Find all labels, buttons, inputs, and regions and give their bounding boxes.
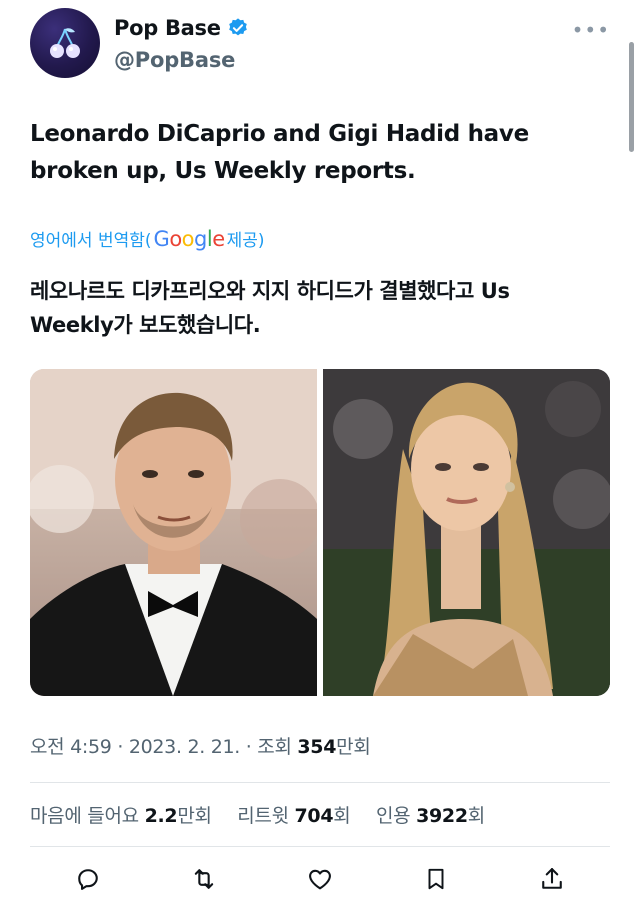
divider (30, 782, 610, 783)
separator: · (245, 736, 258, 758)
photo-leonardo-dicaprio[interactable] (30, 369, 317, 696)
translation-prefix: 영어에서 번역함( (30, 231, 152, 251)
account-handle[interactable]: @PopBase (114, 48, 235, 72)
verified-badge-icon (228, 18, 247, 36)
likes-value: 2.2 (144, 805, 178, 827)
name-row: Pop Base (114, 16, 249, 40)
cherry-icon (50, 28, 80, 58)
retweets-label: 리트윗 (237, 805, 289, 827)
tweet-date[interactable]: 2023. 2. 21. (129, 736, 241, 758)
avatar[interactable] (30, 8, 100, 78)
quotes-unit: 회 (467, 805, 485, 827)
tweet-text: Leonardo DiCaprio and Gigi Hadid have br… (30, 121, 529, 184)
retweets-unit: 회 (333, 805, 351, 827)
display-name[interactable]: Pop Base (114, 16, 221, 40)
retweet-icon (194, 869, 214, 889)
divider (30, 846, 610, 847)
separator: · (117, 736, 129, 758)
reply-icon (78, 869, 98, 890)
google-logo: Google (153, 226, 226, 251)
views-value: 354 (297, 736, 337, 758)
retweets-stat[interactable]: 리트윗 704회 (237, 805, 356, 827)
like-button[interactable] (304, 863, 336, 895)
like-icon (309, 869, 331, 890)
likes-unit: 만회 (177, 805, 212, 827)
tweet-time[interactable]: 오전 4:59 (30, 736, 112, 758)
quotes-label: 인용 (375, 805, 411, 827)
action-bar (0, 857, 640, 901)
tweet-header: Pop Base @PopBase ••• (30, 8, 610, 88)
translated-text: 레오나르도 디카프리오와 지지 하디드가 결별했다고 Us Weekly가 보도… (30, 279, 510, 337)
share-button[interactable] (536, 863, 568, 895)
views-label: 조회 (257, 736, 292, 758)
more-options-icon[interactable]: ••• (572, 18, 610, 42)
likes-stat[interactable]: 마음에 들어요 2.2만회 (30, 805, 217, 827)
photo-gigi-hadid[interactable] (323, 369, 610, 696)
scrollbar[interactable] (629, 42, 634, 152)
likes-label: 마음에 들어요 (30, 805, 139, 827)
share-icon (542, 868, 562, 889)
portrait-woman-illustration (323, 369, 610, 696)
media-gallery (30, 369, 610, 696)
retweets-value: 704 (294, 805, 334, 827)
bookmark-icon (428, 868, 444, 890)
tweet-meta: 오전 4:59 · 2023. 2. 21. · 조회 354만회 (30, 732, 371, 759)
reply-button[interactable] (72, 863, 104, 895)
quotes-value: 3922 (416, 805, 468, 827)
quotes-stat[interactable]: 인용 3922회 (376, 805, 485, 827)
tweet-stats: 마음에 들어요 2.2만회 리트윗 704회 인용 3922회 (30, 801, 485, 828)
bookmark-button[interactable] (420, 863, 452, 895)
translation-suffix: 제공) (226, 231, 265, 251)
retweet-button[interactable] (188, 863, 220, 895)
translation-attribution[interactable]: 영어에서 번역함( Google 제공) (30, 226, 265, 252)
portrait-man-illustration (30, 369, 317, 696)
views-unit: 만회 (336, 736, 371, 758)
